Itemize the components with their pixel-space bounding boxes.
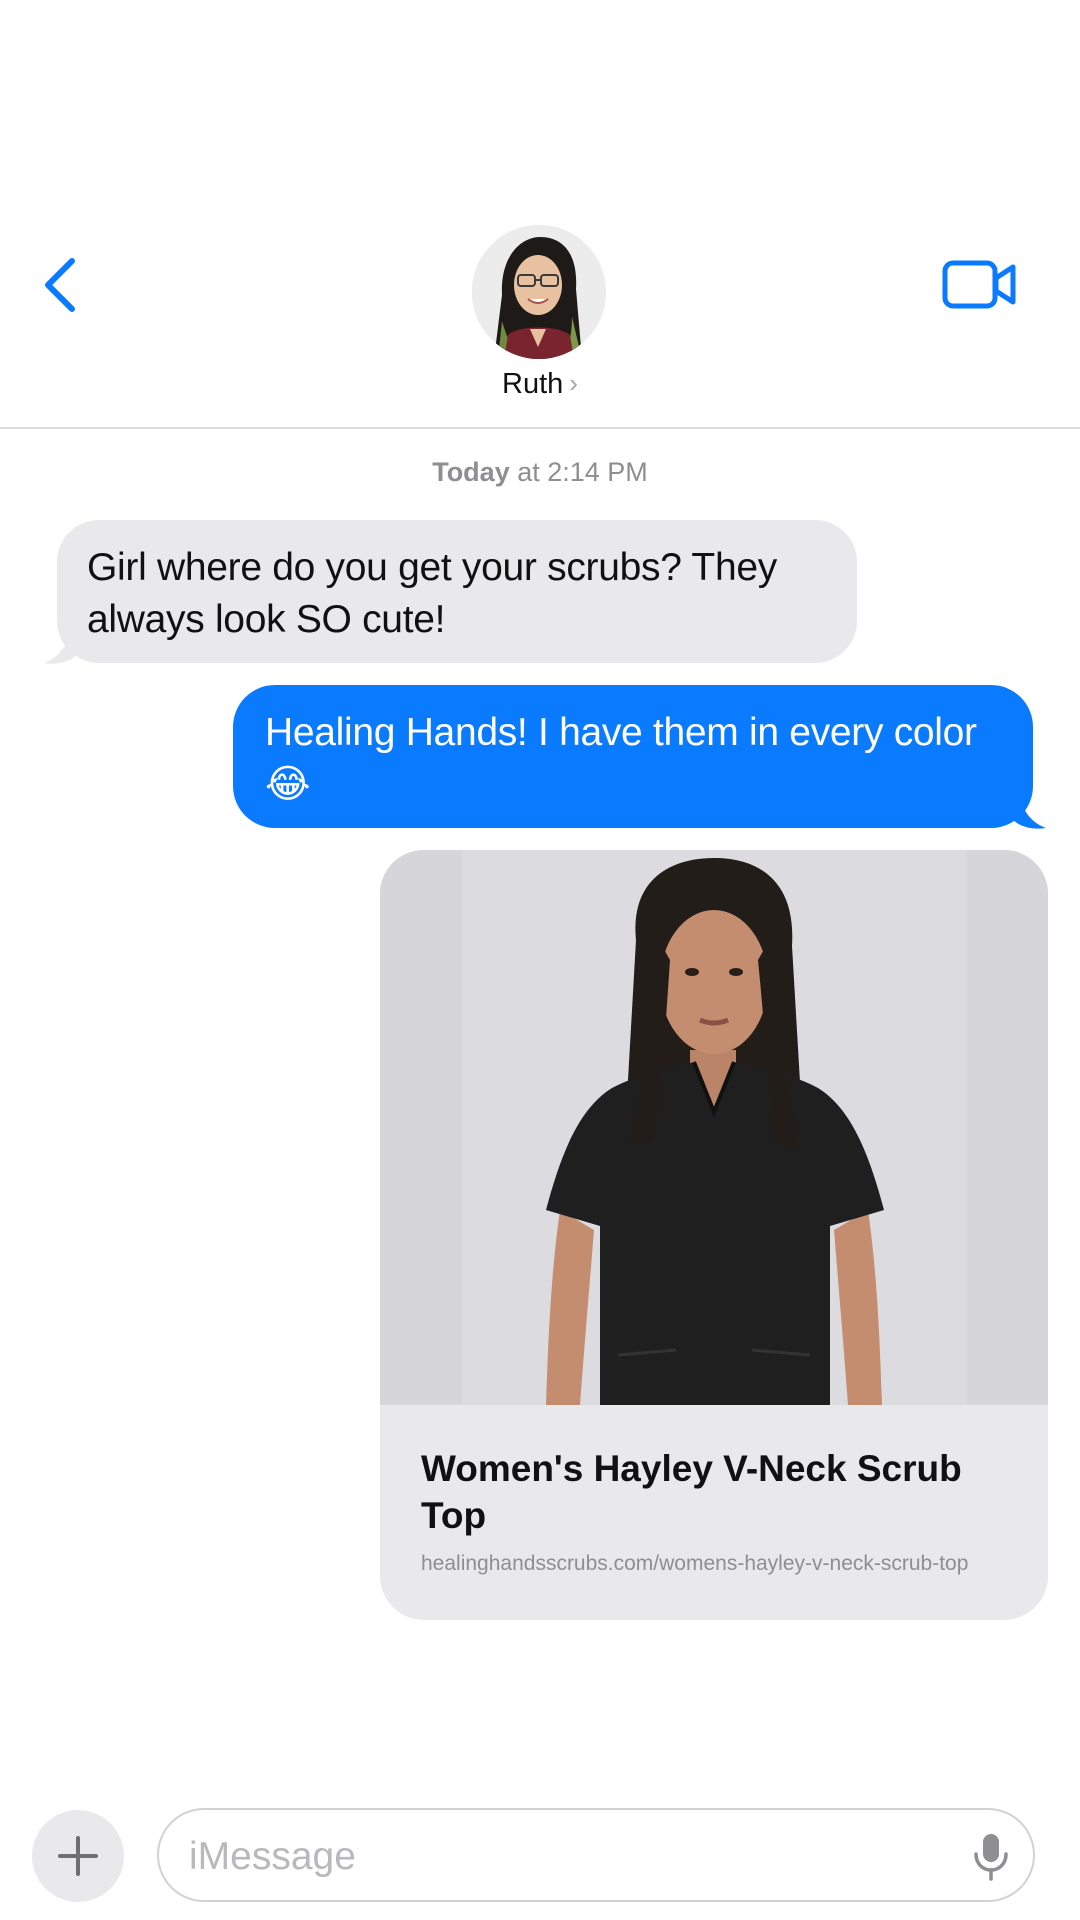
timestamp-time: at 2:14 PM	[509, 457, 648, 487]
dictation-button[interactable]	[971, 1832, 1011, 1882]
messages-screen: Ruth › Today at 2:14 PM Girl where do you…	[0, 0, 1080, 1920]
link-preview-image	[380, 850, 1048, 1405]
outgoing-message-bubble[interactable]: Healing Hands! I have them in every colo…	[233, 685, 1033, 828]
facetime-video-button[interactable]	[940, 255, 1020, 315]
message-compose-field[interactable]	[157, 1808, 1035, 1902]
back-button[interactable]	[30, 245, 90, 325]
video-camera-icon	[942, 260, 1016, 309]
link-preview-card[interactable]: Women's Hayley V-Neck Scrub Top healingh…	[380, 850, 1048, 1620]
message-text-input[interactable]	[187, 1826, 951, 1888]
contact-avatar[interactable]	[472, 225, 606, 359]
contact-name: Ruth	[502, 368, 564, 400]
message-timestamp: Today at 2:14 PM	[0, 457, 1080, 488]
incoming-message-bubble[interactable]: Girl where do you get your scrubs? They …	[57, 520, 857, 663]
avatar-photo	[472, 225, 606, 359]
apps-plus-button[interactable]	[32, 1810, 124, 1902]
incoming-message-text: Girl where do you get your scrubs? They …	[87, 546, 777, 641]
plus-icon	[58, 1836, 98, 1876]
link-preview-title: Women's Hayley V-Neck Scrub Top	[421, 1448, 962, 1536]
chevron-left-icon	[45, 258, 75, 312]
timestamp-day: Today	[432, 457, 510, 487]
outgoing-message-text: Healing Hands! I have them in every colo…	[265, 711, 977, 806]
link-preview-url: healinghandsscrubs.com/womens-hayley-v-n…	[421, 1552, 969, 1575]
contact-name-button[interactable]: Ruth ›	[0, 368, 1080, 401]
chevron-right-icon: ›	[569, 368, 578, 398]
conversation-header: Ruth ›	[0, 0, 1080, 429]
microphone-icon	[974, 1834, 1008, 1881]
